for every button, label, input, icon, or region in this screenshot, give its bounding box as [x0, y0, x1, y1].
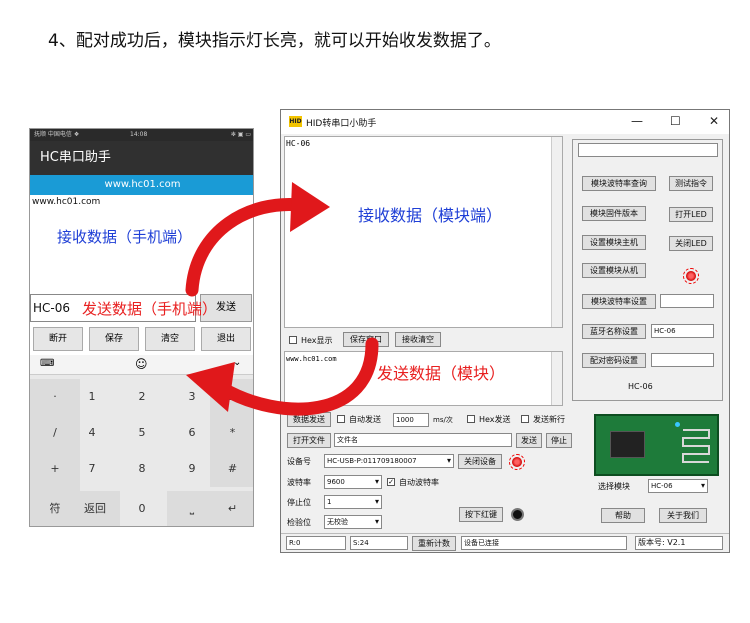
arrow-head-left [186, 362, 235, 412]
arrow-module-to-phone [215, 337, 379, 416]
arrow-head-right [290, 182, 330, 232]
arrows-overlay [185, 182, 379, 416]
arrow-phone-to-module [185, 197, 307, 297]
